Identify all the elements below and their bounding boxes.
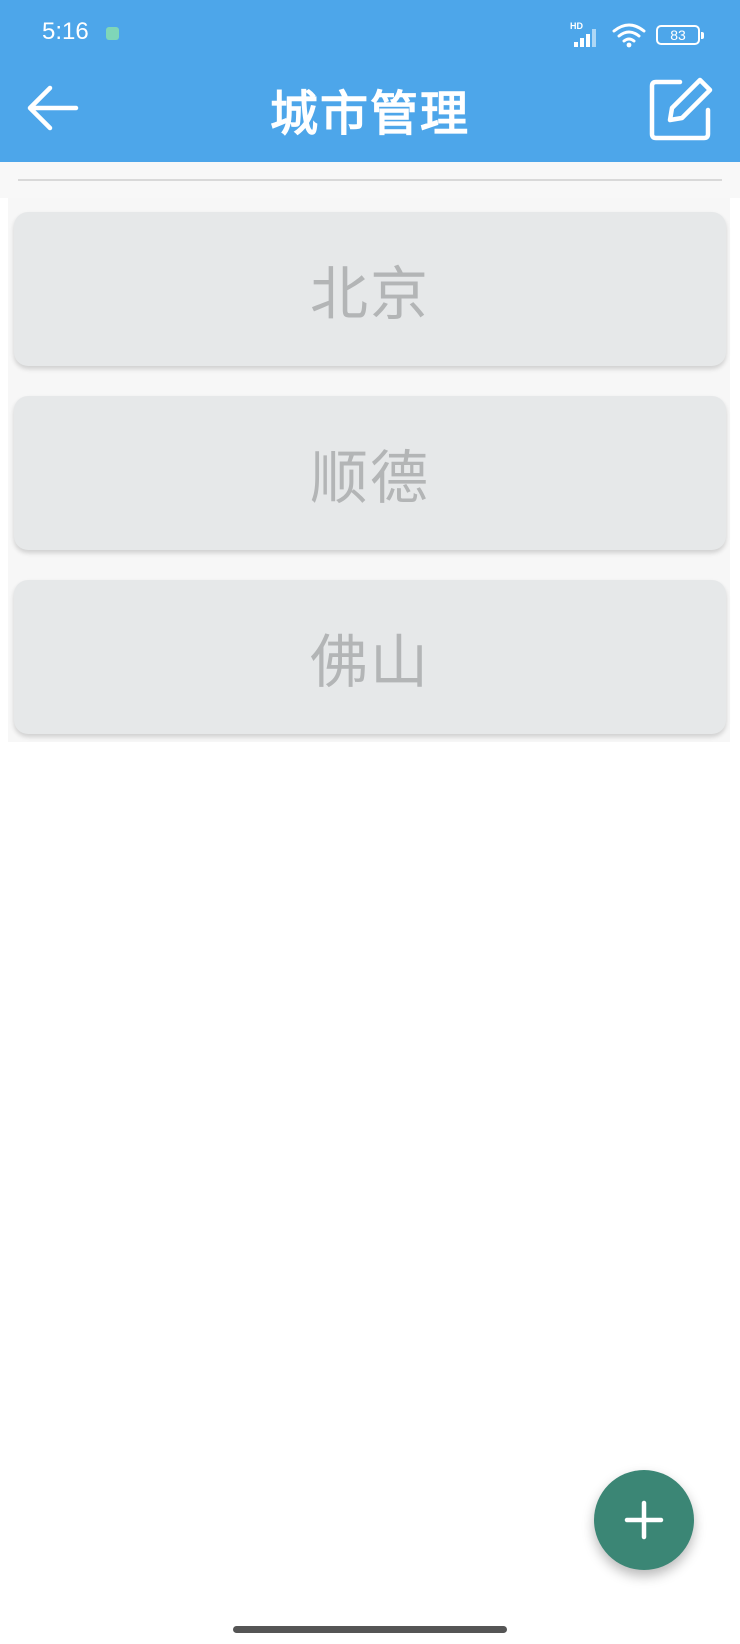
- city-item-beijing[interactable]: 北京: [14, 212, 726, 366]
- status-icons: HD 83: [570, 20, 704, 50]
- plus-icon: [624, 1500, 664, 1540]
- home-indicator[interactable]: [233, 1626, 507, 1633]
- page-title: 城市管理: [269, 86, 470, 142]
- city-list: 北京 顺德 佛山: [8, 198, 730, 742]
- notification-icon: [106, 27, 119, 40]
- city-name: 北京: [309, 260, 430, 328]
- city-item-shunde[interactable]: 顺德: [14, 396, 726, 550]
- city-item-foshan[interactable]: 佛山: [14, 580, 726, 734]
- city-name: 顺德: [309, 444, 430, 512]
- add-city-button[interactable]: [594, 1470, 694, 1570]
- divider: [18, 179, 722, 181]
- city-name: 佛山: [309, 628, 430, 696]
- arrow-left-icon: [27, 85, 79, 131]
- list-header: [0, 162, 740, 198]
- edit-button[interactable]: [648, 76, 714, 142]
- wifi-icon: [612, 23, 646, 48]
- edit-square-icon: [649, 77, 713, 141]
- battery-icon: 83: [656, 25, 704, 45]
- app-header: 5:16 HD 83 城市管理: [0, 0, 740, 162]
- battery-level: 83: [670, 27, 686, 43]
- signal-icon: HD: [570, 21, 602, 49]
- status-time: 5:16: [42, 18, 89, 45]
- back-button[interactable]: [22, 78, 82, 138]
